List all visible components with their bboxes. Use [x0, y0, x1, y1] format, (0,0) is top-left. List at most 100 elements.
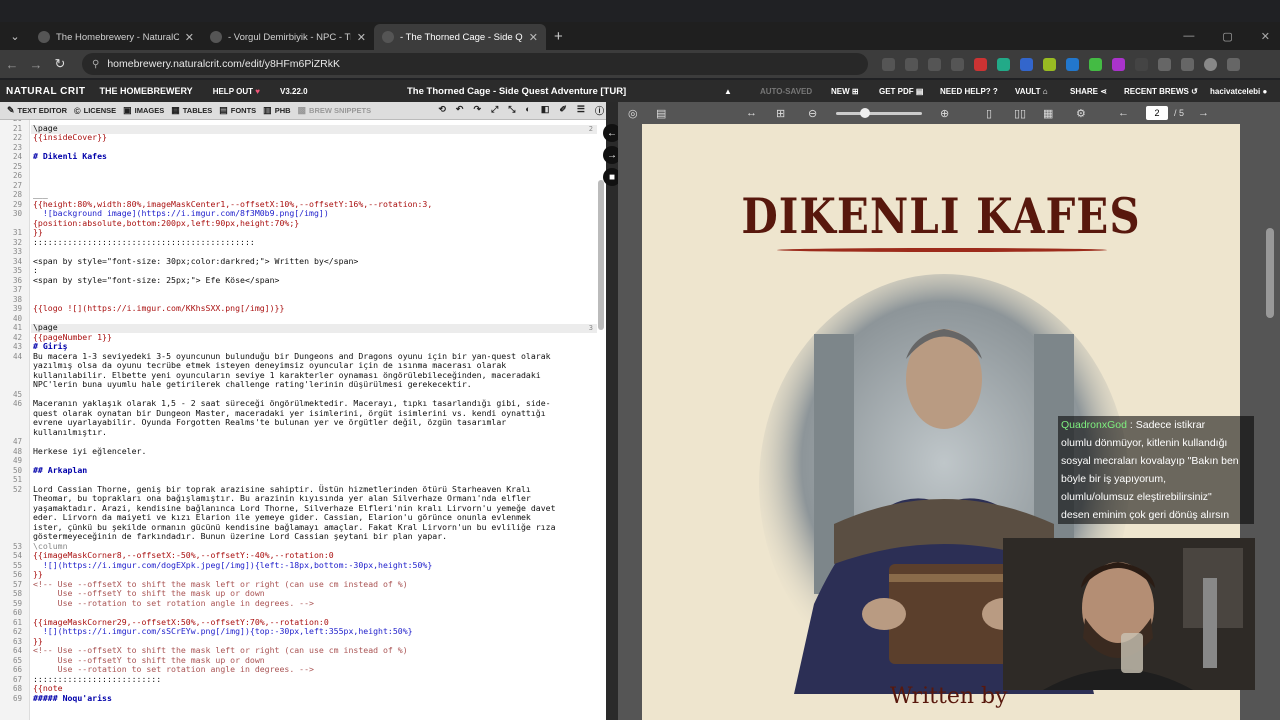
brush-icon[interactable]: ✐: [559, 104, 567, 117]
translate-icon[interactable]: [882, 57, 895, 71]
preview-scrollbar[interactable]: [1266, 228, 1274, 318]
close-tab-icon[interactable]: ✕: [185, 31, 194, 44]
line-number: 56: [12, 570, 22, 579]
settings-gear-icon[interactable]: ⚙: [1076, 107, 1086, 120]
help-out-button[interactable]: HELP OUT ♥: [213, 87, 260, 96]
need-help-button[interactable]: NEED HELP? ?: [940, 87, 998, 96]
two-page-icon[interactable]: ▯▯: [1014, 107, 1026, 120]
extension-icon[interactable]: [1066, 57, 1079, 71]
extension-icon[interactable]: [1043, 57, 1056, 71]
browser-tab-2[interactable]: - Vorgul Demirbiyik - NPC - The ✕: [202, 24, 374, 50]
vault-button[interactable]: VAULT ⌂: [1015, 87, 1048, 96]
brew-icon[interactable]: ◧: [541, 104, 550, 117]
user-menu[interactable]: hacivatcelebi ●: [1210, 87, 1267, 96]
url-input[interactable]: ⚲ homebrewery.naturalcrit.com/edit/y8HFm6…: [82, 53, 868, 75]
zoom-slider-handle[interactable]: [860, 108, 870, 118]
puzzle-icon[interactable]: [1158, 57, 1171, 71]
code-editor[interactable]: 20221\page22{{insideCover}}2324# Dikenli…: [0, 120, 606, 720]
forward-icon[interactable]: →: [24, 57, 48, 72]
code-line[interactable]: {position:absolute,bottom:200px,left:90p…: [33, 218, 299, 229]
document-title[interactable]: The Thorned Cage - Side Quest Adventure …: [407, 86, 626, 97]
new-button[interactable]: NEW ⊞: [831, 87, 859, 96]
page-number-input[interactable]: 2: [1146, 106, 1168, 120]
code-line[interactable]: kullanılmıştır.: [33, 427, 107, 438]
list-icon[interactable]: ☰: [577, 104, 585, 117]
site-info-icon[interactable]: ⚲: [92, 59, 99, 70]
fit-page-icon[interactable]: ⊞: [776, 107, 785, 120]
code-line[interactable]: göstermeyeceğinin de farkındadır. Bunun …: [33, 531, 447, 542]
line-number: 66: [12, 665, 22, 674]
shield-icon[interactable]: [997, 57, 1010, 71]
recent-brews-button[interactable]: RECENT BREWS ↺: [1124, 87, 1198, 96]
zoom-icon[interactable]: [905, 57, 918, 71]
extension-icon[interactable]: [1020, 57, 1033, 71]
maximize-icon[interactable]: ▢: [1222, 30, 1232, 43]
tab-brew-snippets[interactable]: ▩ BREW SNIPPETS: [298, 105, 372, 116]
next-page-icon[interactable]: →: [1198, 107, 1209, 119]
download-icon[interactable]: [1181, 57, 1194, 71]
browser-tab-1[interactable]: The Homebrewery - NaturalCrit ✕: [30, 24, 202, 50]
get-pdf-button[interactable]: GET PDF ▤: [879, 87, 923, 96]
redo-icon[interactable]: ↷: [473, 104, 481, 117]
theme-icon[interactable]: ◐: [525, 104, 530, 117]
code-line[interactable]: ![](https://i.imgur.com/dogEXpk.jpeg[/im…: [33, 560, 432, 571]
eye-off-icon[interactable]: [928, 57, 941, 71]
reload-icon[interactable]: ↻: [48, 56, 72, 72]
collapse-icon[interactable]: ⤡: [508, 104, 515, 117]
extension-icon[interactable]: [1112, 57, 1125, 71]
expand-icon[interactable]: ⤢: [491, 104, 498, 117]
zoom-in-icon[interactable]: ⊕: [940, 107, 949, 120]
tab-phb[interactable]: ▥ PHB: [263, 105, 290, 116]
previous-page-icon[interactable]: ←: [1118, 107, 1129, 119]
gmail-icon[interactable]: [974, 57, 987, 71]
code-line[interactable]: <span by style="font-size: 25px;"> Efe K…: [33, 275, 279, 286]
tab-search-icon[interactable]: ⌄: [4, 25, 26, 47]
zoom-out-icon[interactable]: ⊖: [808, 107, 817, 120]
pane-divider[interactable]: [606, 102, 618, 720]
close-tab-icon[interactable]: ✕: [529, 31, 538, 44]
star-icon[interactable]: [951, 57, 964, 71]
code-line[interactable]: ##### Noqu'ariss: [33, 693, 112, 704]
close-tab-icon[interactable]: ✕: [357, 31, 366, 44]
code-line[interactable]: ## Arkaplan: [33, 465, 87, 476]
homebrewery-logo[interactable]: THE HOMEBREWERY: [100, 86, 193, 96]
list-view-icon[interactable]: ▤: [656, 107, 666, 120]
code-line[interactable]: Use --rotation to set rotation angle in …: [33, 598, 314, 609]
code-line[interactable]: {{logo ![](https://i.imgur.com/KKhsSXX.p…: [33, 303, 284, 314]
extension-icon[interactable]: [1089, 57, 1102, 71]
back-icon[interactable]: ←: [0, 57, 24, 72]
code-line[interactable]: # Dikenli Kafes: [33, 151, 107, 162]
code-line[interactable]: <span by style="font-size: 30px;color:da…: [33, 256, 358, 267]
tab-images[interactable]: ▣ IMAGES: [123, 105, 164, 116]
single-page-icon[interactable]: ▯: [986, 107, 992, 120]
code-line[interactable]: ::::::::::::::::::::::::::::::::::::::::…: [33, 237, 255, 248]
tab-fonts[interactable]: ▤ FONTS: [219, 105, 256, 116]
undo-icon[interactable]: ↶: [456, 104, 464, 117]
line-number: 51: [12, 475, 22, 484]
share-button[interactable]: SHARE ⋖: [1070, 87, 1107, 96]
profile-avatar[interactable]: [1204, 57, 1217, 71]
undo-history-icon[interactable]: ⟲: [438, 104, 446, 117]
line-number: 57: [12, 579, 22, 589]
code-line[interactable]: NPC'lerin buna uyumlu hale getirilerek c…: [33, 379, 472, 390]
menu-dots-icon[interactable]: [1227, 57, 1240, 71]
grid-view-icon[interactable]: ▦: [1043, 107, 1053, 120]
code-line[interactable]: {{insideCover}}: [33, 132, 107, 143]
code-line[interactable]: ![](https://i.imgur.com/sSCrEYw.png[/img…: [33, 626, 413, 637]
zoom-slider[interactable]: [836, 108, 922, 118]
tab-tables[interactable]: ▦ TABLES: [171, 105, 212, 116]
code-line[interactable]: Herkese iyi eğlenceler.: [33, 446, 146, 457]
fit-width-icon[interactable]: ↔: [746, 107, 757, 119]
extension-icon[interactable]: [1135, 57, 1148, 71]
minimize-icon[interactable]: —: [1183, 30, 1194, 43]
page-break-number: 3: [588, 324, 593, 332]
editor-scrollbar[interactable]: [598, 180, 604, 330]
info-icon[interactable]: ⓘ: [595, 104, 604, 117]
naturalcrit-logo[interactable]: NATURAL CRIT: [6, 86, 86, 97]
tab-license[interactable]: © LICENSE: [74, 106, 116, 116]
tab-text-editor[interactable]: ✎ TEXT EDITOR: [7, 105, 67, 116]
new-tab-icon[interactable]: +: [554, 28, 563, 45]
glasses-icon[interactable]: ◎: [628, 107, 638, 120]
close-window-icon[interactable]: ✕: [1261, 30, 1270, 43]
browser-tab-3[interactable]: - The Thorned Cage - Side Ques✕: [374, 24, 546, 50]
